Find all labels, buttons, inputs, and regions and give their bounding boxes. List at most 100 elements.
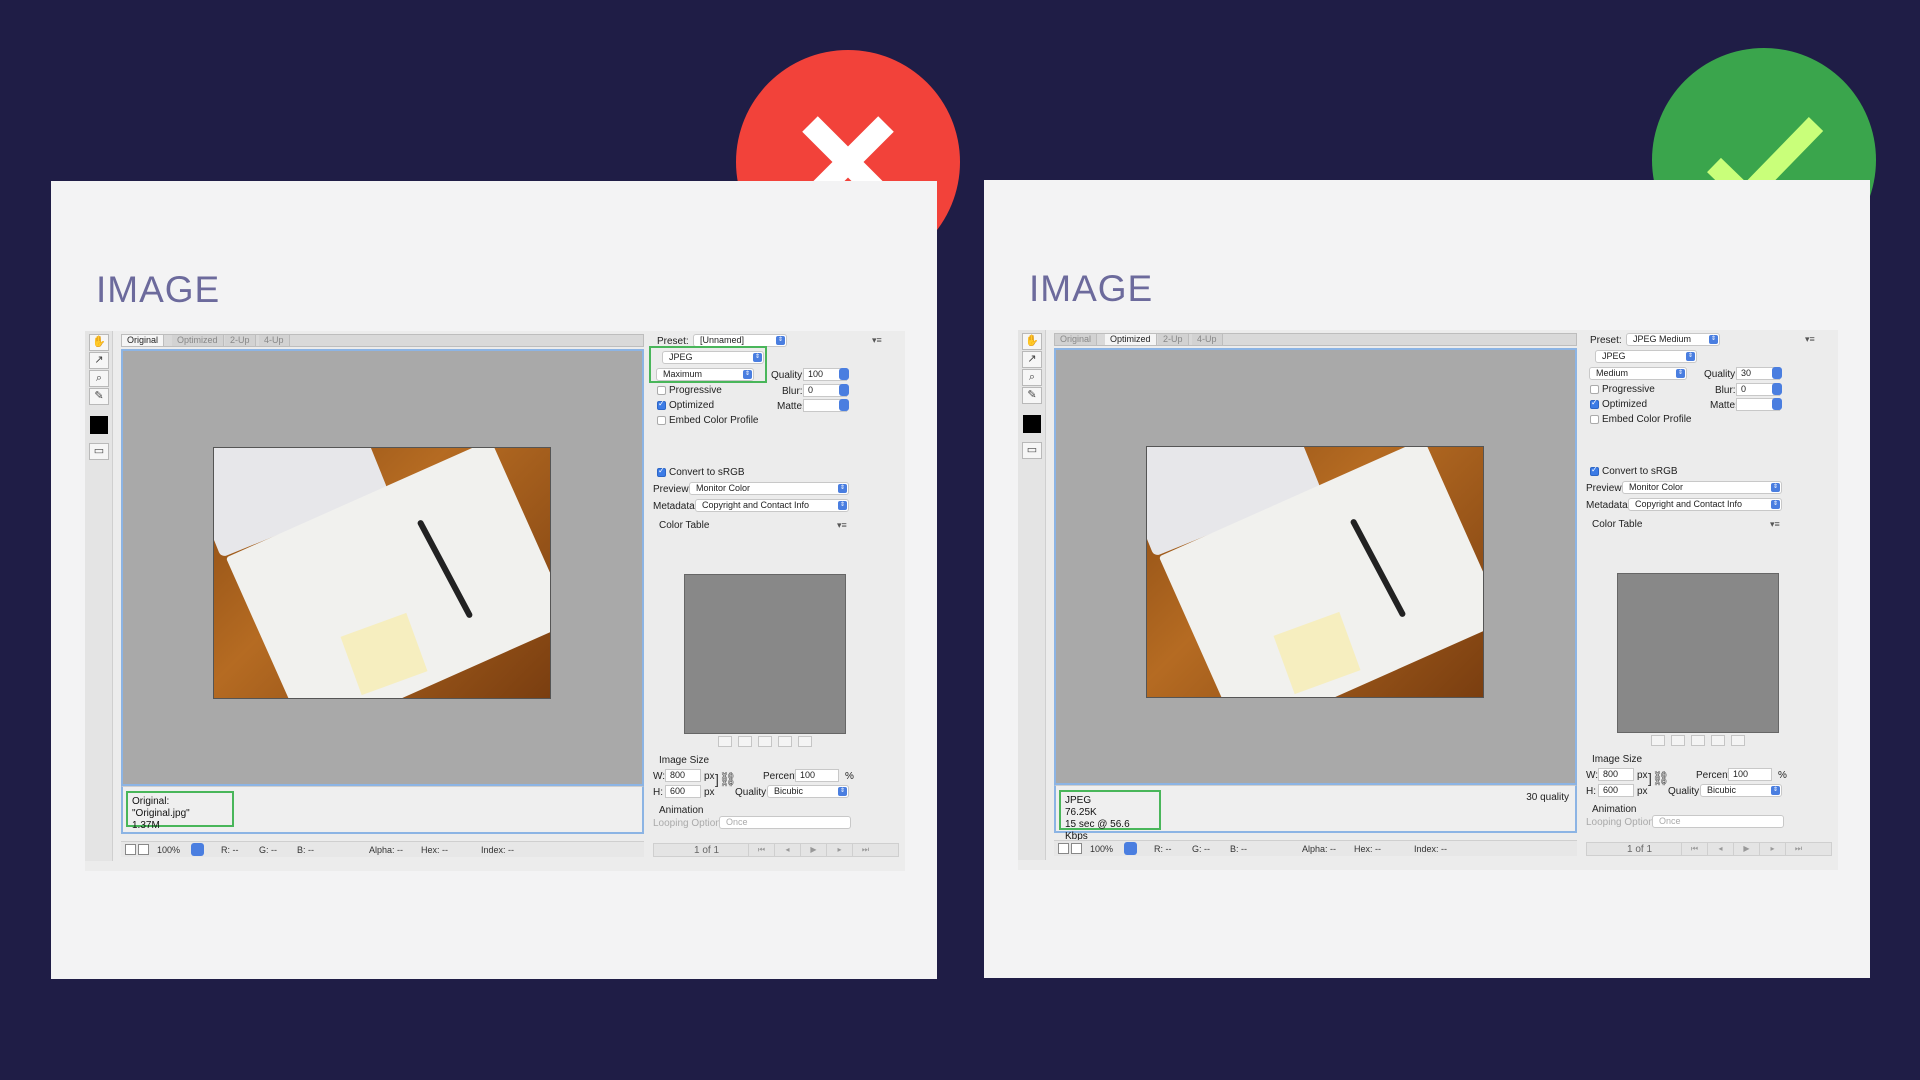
tab-original[interactable]: Original bbox=[122, 335, 165, 346]
eyedropper-tool-icon[interactable]: ✎ bbox=[1022, 387, 1042, 404]
tab-4-up[interactable]: 4-Up bbox=[1192, 334, 1223, 345]
tab-2-up[interactable]: 2-Up bbox=[1158, 334, 1189, 345]
hand-tool-icon[interactable]: ✋ bbox=[89, 334, 109, 351]
status-bar: 100% R: -- G: -- B: -- Alpha: -- Hex: --… bbox=[121, 841, 644, 857]
file-info-highlight: JPEG 76.25K 15 sec @ 56.6 Kbps bbox=[1059, 790, 1161, 842]
zoom-out-icon[interactable] bbox=[125, 844, 136, 855]
height-input[interactable]: 600 bbox=[665, 785, 701, 798]
zoom-level[interactable]: 100% bbox=[157, 845, 180, 855]
tab-optimized[interactable]: Optimized bbox=[1105, 334, 1157, 345]
zoom-menu-icon[interactable] bbox=[1124, 842, 1137, 855]
zoom-in-icon[interactable] bbox=[138, 844, 149, 855]
eyedropper-color-swatch[interactable] bbox=[1023, 415, 1041, 433]
play-icon[interactable]: ▶ bbox=[800, 844, 826, 856]
embed-profile-checkbox[interactable] bbox=[657, 416, 666, 425]
blur-stepper-icon[interactable] bbox=[839, 384, 849, 396]
progressive-checkbox[interactable] bbox=[657, 386, 666, 395]
slice-select-tool-icon[interactable]: ↗ bbox=[89, 352, 109, 369]
quality-stepper-icon[interactable] bbox=[839, 368, 849, 380]
zoom-out-icon[interactable] bbox=[1058, 843, 1069, 854]
image-preview[interactable] bbox=[121, 349, 644, 786]
preset-select[interactable]: JPEG Medium ⇕ bbox=[1626, 333, 1720, 346]
constrain-proportions-icon[interactable]: ]⛓ bbox=[715, 771, 737, 788]
resample-select[interactable]: Bicubic ⇕ bbox=[767, 785, 849, 798]
delete-color-icon[interactable] bbox=[1731, 735, 1745, 746]
web-shift-icon[interactable] bbox=[1671, 735, 1685, 746]
zoom-tool-icon[interactable]: ⌕ bbox=[89, 370, 109, 387]
zoom-tool-icon[interactable]: ⌕ bbox=[1022, 369, 1042, 386]
convert-srgb-label: Convert to sRGB bbox=[669, 467, 745, 478]
optimized-checkbox[interactable] bbox=[1590, 398, 1599, 409]
previous-frame-icon[interactable]: ◂ bbox=[1707, 843, 1733, 855]
hand-tool-icon[interactable]: ✋ bbox=[1022, 333, 1042, 350]
height-unit: px bbox=[704, 787, 715, 798]
save-for-web-dialog: ✋ ↗ ⌕ ✎ ▭ Original Optimized 2-Up 4-Up O… bbox=[85, 331, 905, 871]
toggle-slices-icon[interactable]: ▭ bbox=[89, 443, 109, 460]
height-input[interactable]: 600 bbox=[1598, 784, 1634, 797]
last-frame-icon[interactable]: ⏭ bbox=[1785, 843, 1811, 855]
optimized-checkbox[interactable] bbox=[657, 399, 666, 410]
percent-input[interactable]: 100 bbox=[795, 769, 839, 782]
quality-stepper-icon[interactable] bbox=[1772, 367, 1782, 379]
eyedropper-tool-icon[interactable]: ✎ bbox=[89, 388, 109, 405]
zoom-menu-icon[interactable] bbox=[191, 843, 204, 856]
color-table-menu-icon[interactable]: ▾≡ bbox=[837, 520, 847, 531]
embed-profile-checkbox[interactable] bbox=[1590, 415, 1599, 424]
map-transparency-icon[interactable] bbox=[718, 736, 732, 747]
map-transparency-icon[interactable] bbox=[1651, 735, 1665, 746]
previous-frame-icon[interactable]: ◂ bbox=[774, 844, 800, 856]
toggle-slices-icon[interactable]: ▭ bbox=[1022, 442, 1042, 459]
delete-color-icon[interactable] bbox=[798, 736, 812, 747]
blur-stepper-icon[interactable] bbox=[1772, 383, 1782, 395]
preview-select[interactable]: Monitor Color ⇕ bbox=[689, 482, 849, 495]
matte-stepper-icon[interactable] bbox=[839, 399, 849, 411]
new-color-icon[interactable] bbox=[778, 736, 792, 747]
metadata-select[interactable]: Copyright and Contact Info ⇕ bbox=[695, 499, 849, 512]
color-table-menu-icon[interactable]: ▾≡ bbox=[1770, 519, 1780, 530]
optimize-menu-icon[interactable]: ▾≡ bbox=[1805, 334, 1815, 345]
width-input[interactable]: 800 bbox=[1598, 768, 1634, 781]
constrain-proportions-icon[interactable]: ]⛓ bbox=[1648, 770, 1670, 787]
file-format-select[interactable]: JPEG ⇕ bbox=[1595, 350, 1697, 363]
looping-options-select[interactable]: Once bbox=[1652, 815, 1784, 828]
eyedropper-color-swatch[interactable] bbox=[90, 416, 108, 434]
quality-level-select[interactable]: Medium ⇕ bbox=[1589, 367, 1687, 380]
first-frame-icon[interactable]: ⏮ bbox=[1681, 843, 1707, 855]
lock-color-icon[interactable] bbox=[1691, 735, 1705, 746]
width-input[interactable]: 800 bbox=[665, 769, 701, 782]
zoom-in-icon[interactable] bbox=[1071, 843, 1082, 854]
convert-srgb-checkbox[interactable] bbox=[1590, 465, 1599, 476]
convert-srgb-checkbox[interactable] bbox=[657, 466, 666, 477]
progressive-checkbox[interactable] bbox=[1590, 385, 1599, 394]
resample-select[interactable]: Bicubic ⇕ bbox=[1700, 784, 1782, 797]
tab-original[interactable]: Original bbox=[1055, 334, 1098, 345]
new-color-icon[interactable] bbox=[1711, 735, 1725, 746]
slice-select-tool-icon[interactable]: ↗ bbox=[1022, 351, 1042, 368]
width-unit: px bbox=[704, 771, 715, 782]
web-shift-icon[interactable] bbox=[738, 736, 752, 747]
lock-color-icon[interactable] bbox=[758, 736, 772, 747]
image-preview[interactable] bbox=[1054, 348, 1577, 785]
last-frame-icon[interactable]: ⏭ bbox=[852, 844, 878, 856]
matte-stepper-icon[interactable] bbox=[1772, 398, 1782, 410]
status-index: Index: -- bbox=[481, 845, 515, 855]
tab-2-up[interactable]: 2-Up bbox=[225, 335, 256, 346]
percent-input[interactable]: 100 bbox=[1728, 768, 1772, 781]
play-icon[interactable]: ▶ bbox=[1733, 843, 1759, 855]
quality-label: Quality: bbox=[771, 370, 805, 381]
tab-optimized[interactable]: Optimized bbox=[172, 335, 224, 346]
optimize-menu-icon[interactable]: ▾≡ bbox=[872, 335, 882, 346]
next-frame-icon[interactable]: ▸ bbox=[1759, 843, 1785, 855]
preview-label: Preview: bbox=[653, 484, 692, 495]
looping-options-select[interactable]: Once bbox=[719, 816, 851, 829]
color-table-label: Color Table bbox=[1592, 519, 1643, 530]
metadata-select[interactable]: Copyright and Contact Info ⇕ bbox=[1628, 498, 1782, 511]
height-label: H: bbox=[1586, 786, 1596, 797]
looping-options-label: Looping Options: bbox=[653, 818, 729, 829]
first-frame-icon[interactable]: ⏮ bbox=[748, 844, 774, 856]
tab-4-up[interactable]: 4-Up bbox=[259, 335, 290, 346]
next-frame-icon[interactable]: ▸ bbox=[826, 844, 852, 856]
zoom-level[interactable]: 100% bbox=[1090, 844, 1113, 854]
width-label: W: bbox=[653, 771, 666, 782]
preview-select[interactable]: Monitor Color ⇕ bbox=[1622, 481, 1782, 494]
